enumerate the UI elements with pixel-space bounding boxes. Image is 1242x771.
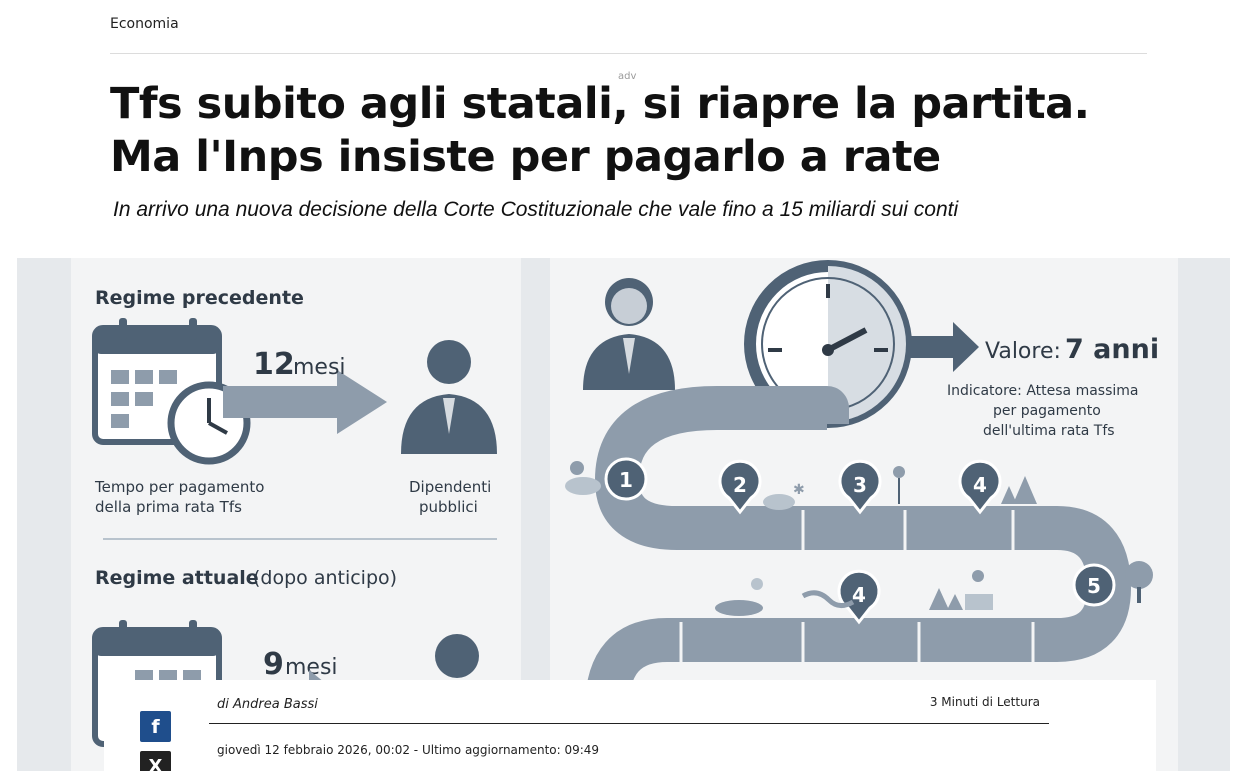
caption-right-2: pubblici: [419, 498, 478, 516]
divider: [110, 53, 1147, 54]
regime-attuale-title: Regime attuale: [95, 567, 259, 589]
facebook-icon: f: [151, 715, 160, 738]
article-subtitle: In arrivo una nuova decisione della Cort…: [113, 198, 959, 221]
value-text: 7 anni: [1065, 334, 1159, 365]
regime-attuale-note: (dopo anticipo): [253, 567, 397, 589]
indicator-line-2: per pagamento: [993, 403, 1101, 419]
indicator-line-1: Indicatore: Attesa massima: [947, 383, 1139, 399]
caption-left-2: della prima rata Tfs: [95, 498, 242, 516]
byline-card: [104, 680, 1156, 771]
section-label[interactable]: Economia: [110, 16, 179, 32]
regime1-months-unit: mesi: [293, 355, 346, 380]
step-label: 4: [973, 473, 987, 497]
svg-text:✱: ✱: [793, 481, 805, 497]
caption-right-1: Dipendenti: [409, 478, 491, 496]
caption-left-1: Tempo per pagamento: [94, 478, 264, 496]
author-name[interactable]: di Andrea Bassi: [217, 697, 318, 712]
step-label: 4: [852, 583, 866, 607]
read-time: 3 Minuti di Lettura: [929, 695, 1040, 709]
indicator-line-3: dell'ultima rata Tfs: [983, 423, 1115, 439]
article-title: Tfs subito agli statali, si riapre la pa…: [110, 79, 1090, 182]
step-label: 2: [733, 473, 747, 497]
step-label: 5: [1087, 574, 1101, 598]
step-label: 1: [619, 468, 633, 492]
regime-precedente-title: Regime precedente: [95, 287, 304, 309]
value-prefix: Valore:: [985, 339, 1061, 364]
publish-date: giovedì 12 febbraio 2026, 00:02 - Ultimo…: [217, 743, 600, 757]
step-marker: 5: [1072, 563, 1116, 607]
x-icon: X: [148, 756, 163, 771]
step-marker: 1: [604, 457, 648, 501]
regime2-months: 9: [263, 647, 284, 682]
step-label: 3: [853, 473, 867, 497]
x-share-button[interactable]: X: [140, 751, 171, 771]
facebook-share-button[interactable]: f: [140, 711, 171, 742]
divider: [209, 723, 1049, 724]
regime1-months: 12: [253, 347, 295, 382]
